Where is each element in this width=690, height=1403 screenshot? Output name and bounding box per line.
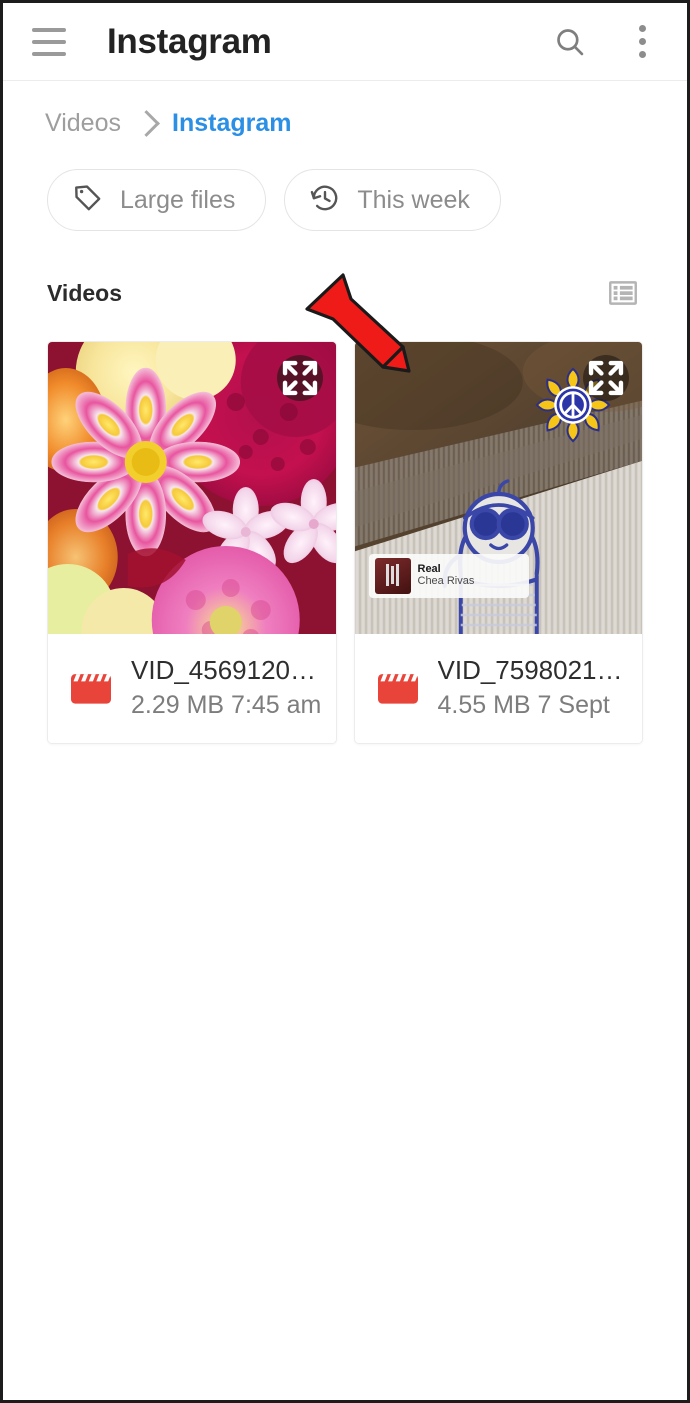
app-bar: Instagram — [3, 3, 687, 81]
file-meta: 2.29 MB 7:45 am — [131, 690, 322, 719]
music-title: Real — [417, 563, 441, 576]
page-title: Instagram — [107, 21, 272, 61]
chip-label: This week — [357, 185, 470, 214]
breadcrumb: Videos Instagram — [3, 81, 687, 138]
chip-this-week[interactable]: This week — [284, 169, 501, 231]
music-artist: Chea Rivas — [417, 575, 475, 588]
video-card[interactable]: VID_4569120… 2.29 MB 7:45 am — [47, 341, 337, 744]
breadcrumb-parent[interactable]: Videos — [45, 109, 121, 138]
app-bar-actions — [547, 19, 665, 65]
file-name: VID_7598021… — [437, 655, 623, 685]
video-clapperboard-icon — [375, 668, 421, 708]
video-grid: VID_4569120… 2.29 MB 7:45 am Real Chea R… — [3, 273, 687, 744]
expand-fullscreen-icon[interactable] — [583, 355, 629, 401]
list-view-icon[interactable] — [601, 271, 645, 315]
expand-fullscreen-icon[interactable] — [276, 355, 323, 401]
hamburger-bar — [32, 39, 66, 44]
history-icon — [309, 182, 341, 219]
file-meta: 4.55 MB 7 Sept — [437, 690, 610, 719]
video-clapperboard-icon — [68, 668, 114, 708]
dot — [638, 51, 646, 58]
chevron-right-icon — [133, 109, 160, 137]
search-icon[interactable] — [547, 19, 593, 65]
chip-label: Large files — [120, 185, 236, 214]
more-vertical-icon[interactable] — [619, 19, 665, 65]
video-thumbnail-flowers[interactable] — [48, 342, 336, 634]
section-title: Videos — [47, 279, 122, 306]
video-card-meta: VID_4569120… 2.29 MB 7:45 am — [48, 634, 336, 743]
chip-large-files[interactable]: Large files — [47, 169, 267, 231]
hamburger-menu-icon[interactable] — [27, 20, 71, 64]
section-header: Videos — [3, 231, 687, 315]
hamburger-bar — [32, 27, 66, 32]
phone-screen: Instagram Videos Instagram Large files T… — [0, 0, 690, 1403]
video-card-text: VID_4569120… 2.29 MB 7:45 am — [131, 654, 322, 721]
dot — [638, 25, 646, 32]
hamburger-bar — [32, 51, 66, 56]
music-sticker-text: Real Chea Rivas — [418, 563, 475, 588]
file-name: VID_4569120… — [131, 655, 317, 685]
dot — [638, 38, 646, 45]
video-thumbnail-doodle[interactable]: Real Chea Rivas — [354, 342, 642, 634]
album-art — [374, 558, 411, 594]
video-card-meta: VID_7598021… 4.55 MB 7 Sept — [354, 634, 642, 743]
music-sticker: Real Chea Rivas — [368, 554, 529, 598]
video-card[interactable]: Real Chea Rivas VID_7598021… 4.55 MB 7 S… — [353, 341, 643, 744]
breadcrumb-current[interactable]: Instagram — [172, 109, 291, 138]
filter-chips: Large files This week — [3, 135, 687, 231]
video-card-text: VID_7598021… 4.55 MB 7 Sept — [438, 654, 629, 721]
tag-icon — [72, 182, 104, 219]
